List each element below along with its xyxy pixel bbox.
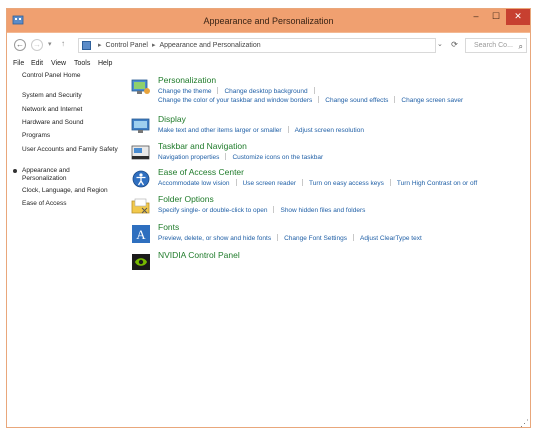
ease-of-access-links: Accommodate low vision Use screen reader T… [158,179,477,188]
sidebar-item-network-internet[interactable]: Network and Internet [22,106,82,114]
nvidia-title[interactable]: NVIDIA Control Panel [158,250,240,260]
display-title[interactable]: Display [158,114,186,124]
taskbar-links: Navigation properties Customize icons on … [158,153,323,162]
menu-file[interactable]: File [13,60,24,67]
category-taskbar: Taskbar and Navigation Navigation proper… [131,141,511,163]
link-divider [302,179,304,186]
display-links: Make text and other items larger or smal… [158,126,364,135]
path-separator-icon: ▸ [98,42,102,49]
personalization-links: Change the theme Change desktop backgroun… [158,87,463,105]
path-separator-icon: ▸ [151,42,156,49]
svg-text:A: A [136,227,146,242]
search-input[interactable]: Search Co... ⌕ [465,38,527,53]
link-show-hidden-files[interactable]: Show hidden files and folders [280,207,365,214]
control-panel-window: Appearance and Personalization – ☐ ✕ ← →… [6,8,531,428]
address-control-panel-icon [82,41,91,50]
link-easy-access-keys[interactable]: Turn on easy access keys [309,180,384,187]
link-divider [225,153,227,160]
breadcrumb-control-panel[interactable]: Control Panel [106,42,148,49]
link-customize-taskbar-icons[interactable]: Customize icons on the taskbar [232,154,323,161]
address-dropdown-icon[interactable]: ⌄ [437,40,443,48]
link-change-sound-effects[interactable]: Change sound effects [325,97,388,104]
menu-tools[interactable]: Tools [74,60,90,67]
sidebar-item-clock-language[interactable]: Clock, Language, and Region [22,187,108,195]
link-divider [389,179,391,186]
link-divider [273,206,275,213]
link-divider [352,234,354,241]
breadcrumb-appearance[interactable]: Appearance and Personalization [159,42,260,49]
close-button[interactable]: ✕ [506,9,530,25]
sidebar-item-ease-of-access[interactable]: Ease of Access [22,200,66,208]
category-display: Display Make text and other items larger… [131,114,511,136]
sidebar-item-hardware-sound[interactable]: Hardware and Sound [22,119,83,127]
link-adjust-cleartype[interactable]: Adjust ClearType text [360,235,422,242]
link-adjust-resolution[interactable]: Adjust screen resolution [295,127,364,134]
taskbar-title[interactable]: Taskbar and Navigation [158,141,247,151]
back-button[interactable]: ← [14,39,26,51]
current-category-bullet-icon [13,169,17,173]
title-bar[interactable]: Appearance and Personalization – ☐ ✕ [7,9,530,33]
minimize-button[interactable]: – [466,9,486,25]
link-preview-fonts[interactable]: Preview, delete, or show and hide fonts [158,235,271,242]
link-change-taskbar-color[interactable]: Change the color of your taskbar and win… [158,97,312,104]
link-divider [235,179,237,186]
category-ease-of-access: Ease of Access Center Accommodate low vi… [131,167,511,189]
fonts-links: Preview, delete, or show and hide fonts C… [158,234,422,243]
link-divider [394,96,396,103]
folder-options-icon[interactable] [131,196,151,216]
link-single-double-click[interactable]: Specify single- or double-click to open [158,207,267,214]
nvidia-icon[interactable] [131,252,151,272]
refresh-icon[interactable]: ⟳ [448,39,461,52]
link-divider [217,87,219,94]
folder-options-title[interactable]: Folder Options [158,194,214,204]
link-change-desktop-background[interactable]: Change desktop background [224,88,307,95]
address-row: ← → ▾ ↑ ▸ Control Panel ▸ Appearance and Pe… [7,37,530,57]
fonts-icon[interactable]: A [131,224,151,244]
category-folder-options: Folder Options Specify single- or double… [131,194,511,216]
maximize-button[interactable]: ☐ [486,9,506,25]
sidebar-item-system-security[interactable]: System and Security [22,92,82,100]
link-make-text-larger[interactable]: Make text and other items larger or smal… [158,127,282,134]
menu-help[interactable]: Help [98,60,112,67]
forward-button[interactable]: → [31,39,43,51]
up-arrow-icon[interactable]: ↑ [61,39,65,48]
link-divider [287,126,289,133]
recent-locations-icon[interactable]: ▾ [48,40,52,48]
address-bar[interactable]: ▸ Control Panel ▸ Appearance and Personaliz… [78,38,436,53]
category-fonts: A Fonts Preview, delete, or show and hid… [131,222,511,244]
link-high-contrast[interactable]: Turn High Contrast on or off [397,180,477,187]
personalization-title[interactable]: Personalization [158,75,216,85]
display-icon[interactable] [131,116,151,136]
sidebar-item-programs[interactable]: Programs [22,132,50,140]
link-low-vision[interactable]: Accommodate low vision [158,180,230,187]
link-divider [313,87,315,94]
link-divider [318,96,320,103]
link-divider [277,234,279,241]
link-change-theme[interactable]: Change the theme [158,88,211,95]
category-nvidia: NVIDIA Control Panel [131,250,511,272]
sidebar-item-user-accounts[interactable]: User Accounts and Family Safety [22,146,118,154]
link-navigation-properties[interactable]: Navigation properties [158,154,219,161]
resize-grip-icon[interactable]: ⋰ [520,418,540,437]
window-title: Appearance and Personalization [203,16,334,26]
sidebar-item-appearance: Appearance and Personalization [22,167,70,182]
sidebar-item-control-panel-home[interactable]: Control Panel Home [22,72,81,80]
fonts-title[interactable]: Fonts [158,222,179,232]
ease-of-access-title[interactable]: Ease of Access Center [158,167,244,177]
search-placeholder: Search Co... [474,42,513,49]
ease-of-access-icon[interactable] [131,169,151,189]
folder-options-links: Specify single- or double-click to open S… [158,206,365,215]
menu-bar: File Edit View Tools Help [7,58,530,72]
category-personalization: Personalization Change the theme Change d… [131,75,511,107]
taskbar-icon[interactable] [131,143,151,163]
link-change-font-settings[interactable]: Change Font Settings [284,235,347,242]
menu-edit[interactable]: Edit [31,60,43,67]
personalization-icon[interactable] [131,77,151,97]
link-change-screen-saver[interactable]: Change screen saver [401,97,463,104]
menu-view[interactable]: View [51,60,66,67]
search-icon[interactable]: ⌕ [519,40,523,53]
link-screen-reader[interactable]: Use screen reader [243,180,296,187]
